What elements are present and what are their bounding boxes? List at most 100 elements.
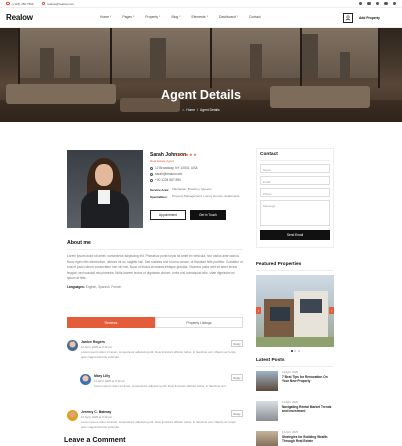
post-thumbnail[interactable] [256, 371, 278, 391]
phone-icon [6, 1, 10, 6]
prev-arrow-icon[interactable]: ‹ [256, 307, 261, 314]
photo-shirt [98, 190, 110, 204]
carousel-dot[interactable] [294, 350, 296, 352]
review-date: 12 April, 2025 at 3:30 pm [81, 345, 113, 349]
post-title[interactable]: Navigating Rental Market Trends and Inve… [282, 405, 334, 413]
nav-label: Property [145, 14, 159, 19]
topbar-email[interactable]: realow@realow.com [41, 1, 75, 6]
tab-property-listings[interactable]: Property Listings [155, 317, 243, 328]
specialties-value: Property Management, Luxury Homes, Apart… [172, 194, 240, 198]
location-icon [150, 166, 153, 170]
post-thumbnail[interactable] [256, 401, 278, 421]
specialties-row: Specialities: Property Management, Luxury… [150, 194, 242, 199]
email-field[interactable]: Email [260, 176, 330, 185]
about-section: About me Lorem ipsum dolor sit amet, con… [67, 240, 243, 289]
service-area-row: Service Area: Manhattan, Brooklyn, Queens [150, 187, 242, 192]
topbar-email-text: realow@realow.com [47, 1, 75, 6]
page-hero: Agent Details ⌂ Home / Agent Details [0, 28, 402, 122]
nav-label: Elements [191, 14, 206, 19]
post-item[interactable]: 12 April, 2025 Navigating Rental Market … [256, 401, 334, 427]
nav-item-home[interactable]: Home ▾ [100, 15, 111, 19]
site-header: Realow Home ▾ Pages ▾ Property ▾ Blog ▾ Elem… [0, 8, 402, 28]
linkedin-icon[interactable] [384, 1, 388, 5]
post-title[interactable]: Strategies for Building Wealth Through R… [282, 435, 334, 443]
about-heading: About me [67, 240, 243, 250]
post-item[interactable]: 12 April, 2025 7 Best Tips for Renovatio… [256, 371, 334, 397]
instagram-icon[interactable] [375, 1, 379, 5]
post-item[interactable]: 12 April, 2025 Strategies for Building W… [256, 431, 334, 446]
review-text: Lorem ipsum dolor sit amet, consectetur … [81, 350, 236, 359]
service-area-label: Service Area: [150, 188, 170, 192]
site-logo[interactable]: Realow [6, 13, 33, 22]
review-author: Jeremy C. Batmay [81, 410, 112, 414]
review-text: Lorem ipsum dolor sit amet, consectetur … [94, 384, 227, 388]
rating-stars: ★★★★★ [177, 152, 198, 157]
reply-button[interactable]: Reply [230, 340, 243, 348]
agent-tabs: Reviews Property Listings [67, 317, 243, 328]
review-date: 12 April, 2025 at 3:30 pm [94, 379, 126, 383]
agent-phone[interactable]: +00 1234 567 890 [150, 178, 181, 182]
agent-phone-text: +00 1234 567 890 [155, 178, 181, 182]
reply-button[interactable]: Reply [230, 410, 243, 418]
photo-face [95, 164, 113, 186]
nav-label: Dashboard [219, 14, 236, 19]
agent-email[interactable]: sarah@realow.com [150, 172, 182, 176]
nav-item-dashboard[interactable]: Dashboard ▾ [219, 15, 238, 19]
phone-field[interactable]: Phone [260, 188, 330, 197]
specialties-label: Specialities: [150, 195, 168, 199]
nav-item-elements[interactable]: Elements ▾ [192, 15, 208, 19]
get-in-touch-button[interactable]: Get in Touch [190, 210, 226, 220]
service-area-value: Manhattan, Brooklyn, Queens [172, 187, 212, 191]
phone-icon [150, 178, 153, 182]
review-item: Janice Rogers 12 April, 2025 at 3:30 pm … [67, 340, 243, 362]
nav-item-property[interactable]: Property ▾ [145, 15, 160, 19]
house-lawn [256, 337, 334, 347]
next-arrow-icon[interactable]: › [329, 307, 334, 314]
breadcrumb-home[interactable]: Home [186, 108, 195, 112]
facebook-icon[interactable] [358, 1, 362, 5]
mail-icon [41, 1, 46, 6]
chevron-down-icon: ▾ [159, 15, 161, 18]
breadcrumb-current: Agent Details [200, 108, 220, 112]
nav-label: Blog [171, 14, 179, 19]
post-date: 12 April, 2025 [282, 401, 298, 404]
post-title[interactable]: 7 Best Tips for Renovation On Your New P… [282, 375, 334, 383]
nav-label: Home [100, 14, 110, 19]
review-author: Mary Lilly [94, 374, 111, 378]
latest-posts-widget: Latest Posts 12 April, 2025 7 Best Tips … [256, 358, 334, 446]
avatar [67, 340, 78, 351]
review-text: Lorem ipsum dolor sit amet, consectetur … [81, 420, 236, 429]
add-property-button[interactable]: Add Property [356, 13, 383, 23]
featured-property-image[interactable]: ‹ › [256, 275, 334, 347]
avatar [67, 410, 78, 421]
user-icon[interactable] [343, 12, 353, 23]
twitter-icon[interactable] [367, 1, 371, 5]
message-field[interactable]: Message [260, 200, 330, 226]
avatar [80, 374, 91, 385]
featured-properties-widget: Featured Properties ‹ › [256, 262, 334, 352]
nav-item-blog[interactable]: Blog ▾ [171, 15, 180, 19]
tab-reviews[interactable]: Reviews [67, 317, 155, 328]
nav-item-contact[interactable]: Contact [249, 15, 261, 19]
about-text: Lorem ipsum dolor sit amet, consectetur … [67, 254, 243, 281]
reply-button[interactable]: Reply [230, 374, 243, 382]
chevron-down-icon: ▾ [132, 15, 135, 18]
topbar-phone-text: (+123) 456 7890 [11, 1, 34, 6]
appointment-button[interactable]: Appointment [150, 210, 186, 220]
carousel-dot[interactable] [290, 350, 293, 352]
page-title: Agent Details [161, 88, 241, 102]
review-author: Janice Rogers [81, 340, 105, 344]
breadcrumb-separator: / [197, 108, 199, 112]
youtube-icon[interactable] [392, 1, 396, 5]
post-thumbnail[interactable] [256, 431, 278, 446]
nav-item-pages[interactable]: Pages ▾ [122, 15, 134, 19]
topbar-phone[interactable]: (+123) 456 7890 [6, 2, 34, 6]
review-item: Mary Lilly 12 April, 2025 at 3:30 pm Rep… [80, 374, 243, 396]
send-email-button[interactable]: Send Email [260, 230, 330, 240]
name-field[interactable]: Name [260, 164, 330, 173]
home-icon: ⌂ [182, 108, 185, 112]
contact-heading: Contact [260, 152, 330, 161]
agent-card: Sarah Johnson ★★★★★ Real Estate Agent 12… [67, 148, 243, 234]
carousel-dot[interactable] [297, 350, 300, 352]
chevron-down-icon: ▾ [206, 15, 208, 18]
